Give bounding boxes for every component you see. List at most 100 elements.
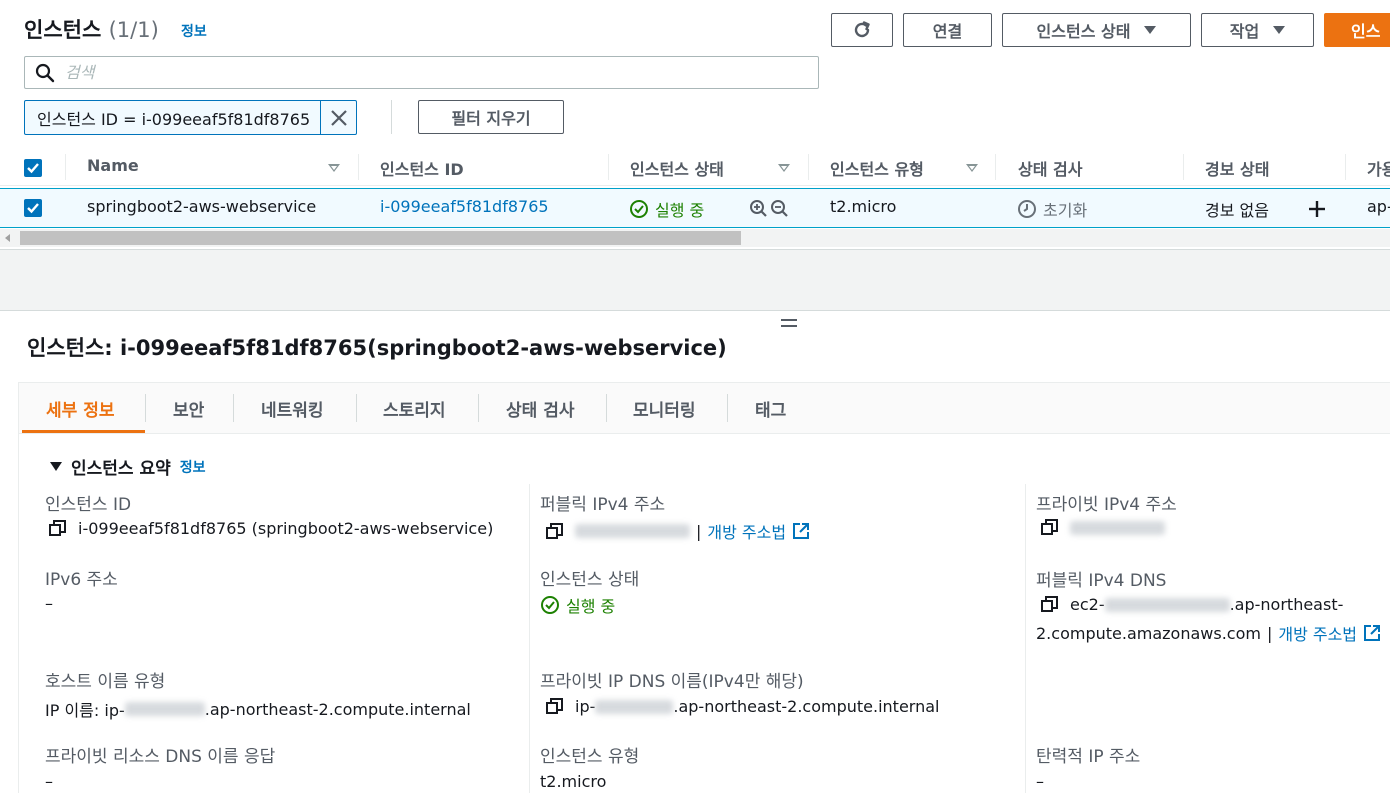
instance-summary-header[interactable]: 인스턴스 요약 정보 [50,454,206,479]
instance-type-value: t2.micro [540,772,607,791]
tab-networking[interactable]: 네트워킹 [261,396,324,421]
refresh-icon [854,21,870,38]
actions-dropdown[interactable]: 작업 [1201,13,1314,47]
status-check-text: 초기화 [1043,201,1088,220]
redacted-ip [595,699,674,714]
copy-icon[interactable] [49,520,66,537]
sort-icon[interactable] [966,164,978,172]
resize-handle-icon[interactable] [781,318,797,328]
redacted-ip [1104,597,1230,612]
separator: | [696,521,702,541]
column-divider [529,484,530,793]
tab-storage[interactable]: 스토리지 [383,396,446,421]
column-divider [1025,484,1026,793]
open-address-text: 개방 주소법 [1278,625,1358,644]
hostname-type-label: 호스트 이름 유형 [45,672,166,692]
page-title: 인스턴스 (1/1) [24,14,159,44]
tab-security[interactable]: 보안 [173,396,204,421]
dns-suffix: .ap-northeast- [1229,595,1344,614]
close-icon [330,109,347,126]
search-box[interactable] [24,56,819,89]
launch-instance-button[interactable]: 인스 [1324,13,1390,47]
public-dns-label: 퍼블릭 IPv4 DNS [1036,571,1167,591]
instance-id-label: 인스턴스 ID [45,495,132,515]
filter-token-label: 인스턴스 ID = i-099eeaf5f81df8765 [37,109,311,129]
column-name[interactable]: Name [87,156,139,175]
private-dns-label: 프라이빗 IP DNS 이름(IPv4만 해당) [540,672,804,692]
zoom-out-icon[interactable] [770,199,789,218]
open-address-link[interactable]: 개방 주소법 [707,519,810,543]
column-divider [608,154,609,180]
refresh-button[interactable] [831,13,893,47]
tab-divider [727,394,728,422]
add-alarm-icon[interactable] [1307,199,1327,219]
tab-details[interactable]: 세부 정보 [46,396,114,421]
detail-card [18,382,1390,793]
check-icon [27,203,39,214]
copy-icon[interactable] [1041,596,1058,613]
open-address-link[interactable]: 개방 주소법 [1278,621,1381,645]
ipv6-label: IPv6 주소 [45,570,118,590]
check-icon [27,163,39,174]
page-title-text: 인스턴스 [24,18,102,42]
column-status-check[interactable]: 상태 검사 [1018,156,1082,180]
elastic-ip-label: 탄력적 IP 주소 [1036,747,1141,767]
column-divider [808,154,809,180]
elastic-ip-value: – [1036,772,1044,791]
section-title: 인스턴스 요약 [71,459,171,479]
cell-alarm-status: 경보 없음 [1205,201,1269,220]
private-dns-value: ip- .ap-northeast-2.compute.internal [546,697,939,716]
row-checkbox[interactable] [24,199,42,217]
column-instance-id[interactable]: 인스턴스 ID [380,156,464,180]
copy-icon[interactable] [546,698,563,715]
launch-label: 인스 [1351,22,1381,41]
resource-dns-label: 프라이빗 리소스 DNS 이름 응답 [45,747,276,767]
instance-state-value: 실행 중 [540,593,615,617]
instance-state-label: 인스턴스 상태 [1036,22,1131,41]
private-ipv4-label: 프라이빗 IPv4 주소 [1036,495,1177,515]
filter-token: 인스턴스 ID = i-099eeaf5f81df8765 [24,100,358,135]
sort-icon[interactable] [328,164,340,172]
clear-filters-button[interactable]: 필터 지우기 [418,100,564,134]
detail-title: 인스턴스: i-099eeaf5f81df8765(springboot2-aw… [27,336,727,360]
column-alarm-status[interactable]: 경보 상태 [1205,156,1269,180]
horizontal-scrollbar[interactable] [0,229,1390,247]
cell-instance-id-link[interactable]: i-099eeaf5f81df8765 [380,197,549,216]
copy-icon[interactable] [1041,519,1058,536]
instance-id-value: i-099eeaf5f81df8765 (springboot2-aws-web… [49,519,493,538]
split-panel-gap [0,249,1390,311]
caret-down-icon [1273,26,1286,34]
dns-prefix: ec2- [1070,595,1105,614]
info-link[interactable]: 정보 [181,21,207,41]
clock-icon [1018,200,1036,218]
sort-icon[interactable] [778,164,790,172]
copy-icon[interactable] [546,522,563,540]
private-dns-suffix: .ap-northeast-2.compute.internal [673,697,940,716]
tab-monitoring[interactable]: 모니터링 [633,396,696,421]
tab-status-checks[interactable]: 상태 검사 [506,396,574,421]
connect-button[interactable]: 연결 [903,13,992,47]
select-all-checkbox[interactable] [24,159,42,177]
scroll-left-icon[interactable] [5,234,10,242]
search-icon [35,63,55,82]
cell-availability-zone: ap- [1367,197,1390,216]
collapse-icon [50,462,62,471]
open-address-text: 개방 주소법 [707,523,787,542]
divider [391,100,392,134]
table-row[interactable]: springboot2-aws-webservice i-099eeaf5f81… [0,188,1390,228]
instance-type-label: 인스턴스 유형 [540,747,640,767]
column-instance-type[interactable]: 인스턴스 유형 [830,156,924,180]
column-instance-state[interactable]: 인스턴스 상태 [630,156,724,180]
external-link-icon [1364,625,1381,641]
tab-tags[interactable]: 태그 [755,396,786,421]
scrollbar-thumb[interactable] [20,231,741,245]
public-dns-line2: 2.compute.amazonaws.com | 개방 주소법 [1036,621,1381,645]
redacted-ip [1070,520,1165,535]
zoom-in-icon[interactable] [749,199,768,218]
remove-filter-button[interactable] [320,101,356,134]
section-info-link[interactable]: 정보 [180,457,206,477]
search-input[interactable] [65,63,765,82]
column-availability-zone[interactable]: 가용 [1367,156,1390,180]
instance-state-dropdown[interactable]: 인스턴스 상태 [1002,13,1191,47]
instance-state-label: 인스턴스 상태 [540,570,640,590]
